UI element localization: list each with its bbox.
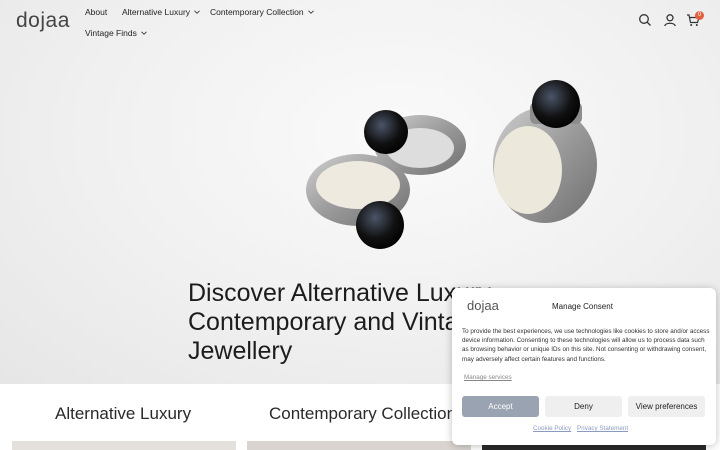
consent-dialog: dojaa Manage Consent To provide the best…: [452, 288, 716, 445]
chevron-down-icon: [194, 10, 200, 14]
view-preferences-button[interactable]: View preferences: [628, 396, 705, 417]
nav-about-label: About: [85, 7, 108, 17]
chevron-down-icon: [141, 31, 147, 35]
cart-count-badge: 0: [695, 11, 704, 20]
nav-alternative-luxury[interactable]: Alternative Luxury: [122, 7, 200, 17]
collection-image[interactable]: [12, 441, 236, 450]
collection-image[interactable]: [247, 441, 471, 450]
manage-services-link[interactable]: Manage services: [464, 374, 512, 381]
nav-contemporary-collection[interactable]: Contemporary Collection: [210, 7, 314, 17]
nav-vintage-finds-label: Vintage Finds: [85, 28, 137, 38]
chevron-down-icon: [307, 10, 314, 14]
collection-title-alternative-luxury[interactable]: Alternative Luxury: [55, 404, 191, 424]
collection-title-contemporary[interactable]: Contemporary Collection: [269, 404, 456, 424]
nav-contemporary-collection-label: Contemporary Collection: [210, 7, 304, 17]
nav-alternative-luxury-label: Alternative Luxury: [122, 7, 191, 17]
consent-body: To provide the best experiences, we use …: [462, 328, 710, 363]
site-logo[interactable]: dojaa: [16, 9, 70, 33]
cookie-policy-link[interactable]: Cookie Policy: [533, 425, 571, 432]
accept-button[interactable]: Accept: [462, 396, 539, 417]
nav-about[interactable]: About: [85, 7, 107, 17]
search-icon[interactable]: [638, 13, 652, 27]
account-icon[interactable]: [663, 13, 677, 27]
consent-heading: Manage Consent: [552, 302, 613, 311]
hero-rings-image: [306, 80, 597, 249]
nav-vintage-finds[interactable]: Vintage Finds: [85, 28, 147, 38]
consent-logo: dojaa: [467, 298, 499, 313]
privacy-statement-link[interactable]: Privacy Statement: [577, 425, 628, 432]
deny-button[interactable]: Deny: [545, 396, 622, 417]
